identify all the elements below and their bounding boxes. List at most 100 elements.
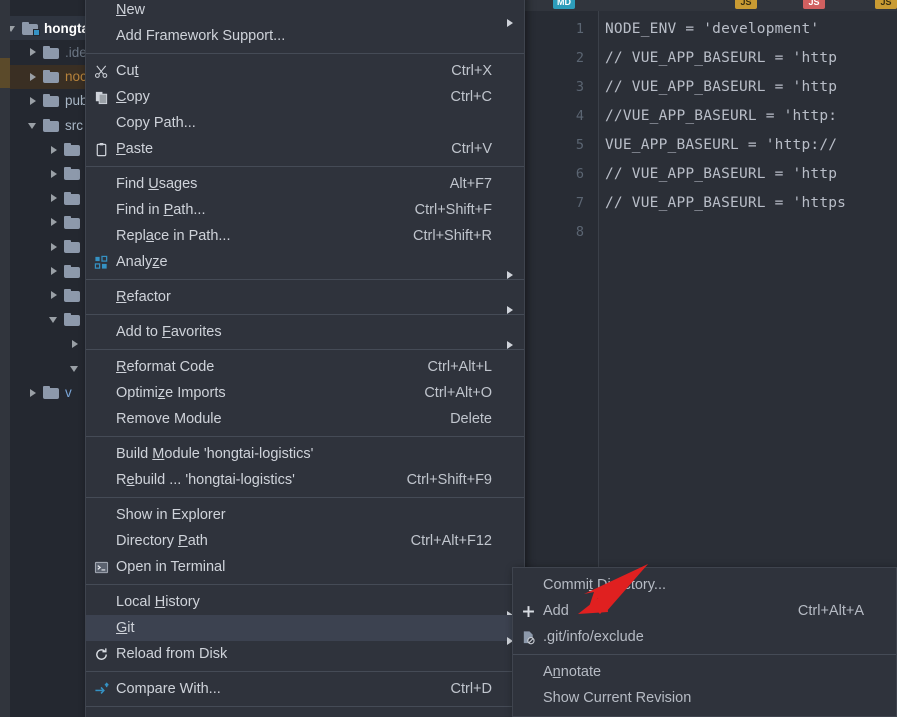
chevron-right-icon[interactable] xyxy=(48,192,61,205)
menu-separator xyxy=(86,279,524,280)
code-line[interactable]: VUE_APP_BASEURL = 'http:// xyxy=(605,131,837,160)
menu-item-analyze[interactable]: Analyze xyxy=(86,249,524,279)
menu-item-commit-directory[interactable]: Commit Directory... xyxy=(513,572,896,598)
md-file-icon[interactable]: MD xyxy=(553,0,575,9)
chevron-down-icon[interactable] xyxy=(69,362,82,375)
menu-item-git-info-exclude[interactable]: .git/info/exclude xyxy=(513,624,896,650)
menu-item-add-to-favorites[interactable]: Add to Favorites xyxy=(86,319,524,349)
menu-item-reformat-code[interactable]: Reformat Code Ctrl+Alt+L xyxy=(86,354,524,380)
menu-separator xyxy=(86,706,524,707)
menu-separator xyxy=(86,436,524,437)
analyze-icon xyxy=(86,249,116,275)
menu-item-shortcut: Ctrl+Shift+R xyxy=(413,228,492,244)
menu-item-shortcut: Ctrl+Shift+F9 xyxy=(406,472,492,488)
copy-icon xyxy=(86,84,116,110)
menu-item-label: Show Current Revision xyxy=(543,690,692,706)
menu-item-label: Find Usages xyxy=(116,176,198,192)
menu-item-label: Commit Directory... xyxy=(543,577,666,593)
git-submenu[interactable]: Commit Directory... Add Ctrl+Alt+A .git/inf… xyxy=(512,567,897,717)
js-file-icon[interactable]: JS xyxy=(875,0,897,9)
tree-item-label: src xyxy=(65,117,83,133)
chevron-right-icon[interactable] xyxy=(48,240,61,253)
terminal-icon xyxy=(86,554,116,580)
reload-icon xyxy=(86,641,116,667)
editor-left-marker-strip xyxy=(0,0,10,717)
code-line[interactable]: NODE_ENV = 'development' xyxy=(605,15,819,44)
menu-item-copy-path[interactable]: Copy Path... xyxy=(86,110,524,136)
menu-item-icon-slot xyxy=(86,380,116,406)
folder-icon xyxy=(64,264,81,278)
menu-item-icon-slot xyxy=(86,711,116,717)
menu-item-rebuild-hongtai-logistics[interactable]: Rebuild ... 'hongtai-logistics' Ctrl+Shif… xyxy=(86,467,524,493)
code-line[interactable]: //VUE_APP_BASEURL = 'http: xyxy=(605,102,837,131)
menu-item-shortcut: Ctrl+V xyxy=(451,141,492,157)
js-modified-file-icon[interactable]: JS xyxy=(803,0,825,9)
folder-icon xyxy=(43,45,60,59)
code-line[interactable]: // VUE_APP_BASEURL = 'http xyxy=(605,73,837,102)
chevron-right-icon[interactable] xyxy=(48,143,61,156)
menu-item-remove-module[interactable]: Remove Module Delete xyxy=(86,406,524,432)
menu-item-annotate[interactable]: Annotate xyxy=(513,659,896,685)
menu-item-add[interactable]: Add Ctrl+Alt+A xyxy=(513,598,896,624)
menu-item-compare-with[interactable]: Compare With... Ctrl+D xyxy=(86,676,524,702)
menu-item-add-framework-support[interactable]: Add Framework Support... xyxy=(86,23,524,49)
code-line[interactable]: // VUE_APP_BASEURL = 'http xyxy=(605,160,837,189)
folder-icon xyxy=(43,94,60,108)
menu-item-label: Remove Module xyxy=(116,411,222,427)
menu-item-refactor[interactable]: Refactor xyxy=(86,284,524,314)
chevron-right-icon[interactable] xyxy=(27,386,40,399)
folder-icon xyxy=(64,240,81,254)
chevron-right-icon[interactable] xyxy=(27,46,40,59)
menu-item-build-module-hongtai-logistics[interactable]: Build Module 'hongtai-logistics' xyxy=(86,441,524,467)
menu-item-label: Reformat Code xyxy=(116,359,215,375)
menu-item-open-module-settings[interactable]: Open Module SettingsF4 xyxy=(86,711,524,717)
menu-item-label: Compare With... xyxy=(116,681,221,697)
menu-item-optimize-imports[interactable]: Optimize Imports Ctrl+Alt+O xyxy=(86,380,524,406)
editor-tab-strip[interactable]: MD JS JS JS xyxy=(525,0,897,11)
menu-item-icon-slot xyxy=(86,171,116,197)
menu-item-find-in-path[interactable]: Find in Path... Ctrl+Shift+F xyxy=(86,197,524,223)
chevron-right-icon[interactable] xyxy=(48,167,61,180)
menu-item-label: Git xyxy=(116,620,135,636)
menu-item-label: Paste xyxy=(116,141,154,157)
tree-item-label: v xyxy=(65,385,72,400)
menu-separator xyxy=(86,53,524,54)
chevron-right-icon[interactable] xyxy=(27,94,40,107)
menu-item-label: Find in Path... xyxy=(116,202,206,218)
menu-item-cut[interactable]: Cut Ctrl+X xyxy=(86,58,524,84)
code-line[interactable]: // VUE_APP_BASEURL = 'http xyxy=(605,44,837,73)
menu-item-replace-in-path[interactable]: Replace in Path... Ctrl+Shift+R xyxy=(86,223,524,249)
chevron-right-icon[interactable] xyxy=(69,337,82,350)
context-menu[interactable]: New Add Framework Support... Cut Ctrl+X Copy… xyxy=(85,0,525,717)
folder-icon xyxy=(22,21,40,36)
menu-item-icon-slot xyxy=(86,284,116,310)
menu-item-icon-slot xyxy=(86,0,116,23)
menu-item-show-in-explorer[interactable]: Show in Explorer xyxy=(86,502,524,528)
chevron-down-icon[interactable] xyxy=(48,313,61,326)
menu-item-directory-path[interactable]: Directory Path Ctrl+Alt+F12 xyxy=(86,528,524,554)
menu-item-reload-from-disk[interactable]: Reload from Disk xyxy=(86,641,524,667)
menu-item-icon-slot xyxy=(86,528,116,554)
menu-separator xyxy=(86,166,524,167)
menu-item-label: Reload from Disk xyxy=(116,646,228,662)
chevron-right-icon[interactable] xyxy=(48,265,61,278)
menu-item-compare-with-the-same-repository-version[interactable]: Compare with the Same Repository Version xyxy=(513,711,896,716)
menu-item-show-current-revision[interactable]: Show Current Revision xyxy=(513,685,896,711)
chevron-right-icon[interactable] xyxy=(48,216,61,229)
menu-item-git[interactable]: Git xyxy=(86,615,524,645)
line-number: 1 xyxy=(575,21,584,37)
menu-item-copy[interactable]: Copy Ctrl+C xyxy=(86,84,524,110)
menu-item-find-usages[interactable]: Find Usages Alt+F7 xyxy=(86,171,524,197)
js-file-icon[interactable]: JS xyxy=(735,0,757,9)
menu-item-open-in-terminal[interactable]: Open in Terminal xyxy=(86,554,524,580)
chevron-down-icon[interactable] xyxy=(27,119,40,132)
chevron-right-icon[interactable] xyxy=(48,289,61,302)
code-line[interactable]: // VUE_APP_BASEURL = 'https xyxy=(605,189,846,218)
line-number: 5 xyxy=(575,137,584,153)
menu-item-new[interactable]: New xyxy=(86,0,524,27)
chevron-right-icon[interactable] xyxy=(27,70,40,83)
plus-icon xyxy=(513,598,543,624)
menu-item-label: Show in Explorer xyxy=(116,507,226,523)
menu-item-paste[interactable]: Paste Ctrl+V xyxy=(86,136,524,162)
menu-item-local-history[interactable]: Local History xyxy=(86,589,524,619)
